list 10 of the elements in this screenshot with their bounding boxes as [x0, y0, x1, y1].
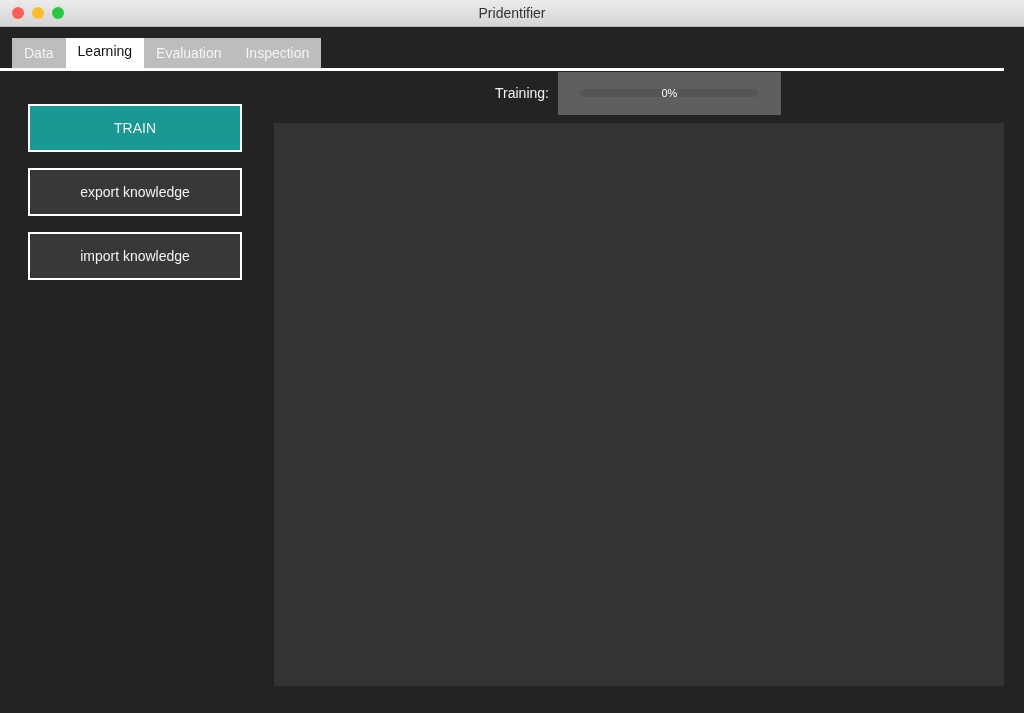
- action-button[interactable]: export knowledge: [28, 168, 242, 216]
- tab[interactable]: Learning: [65, 38, 145, 68]
- minimize-button[interactable]: [32, 7, 44, 19]
- action-button[interactable]: TRAIN: [28, 104, 242, 152]
- close-button[interactable]: [12, 7, 24, 19]
- window-title: Pridentifier: [478, 4, 546, 21]
- action-button[interactable]: import knowledge: [28, 232, 242, 280]
- training-label: Training:: [495, 83, 549, 103]
- zoom-button[interactable]: [52, 7, 64, 19]
- progress-reading: 0%: [661, 85, 678, 101]
